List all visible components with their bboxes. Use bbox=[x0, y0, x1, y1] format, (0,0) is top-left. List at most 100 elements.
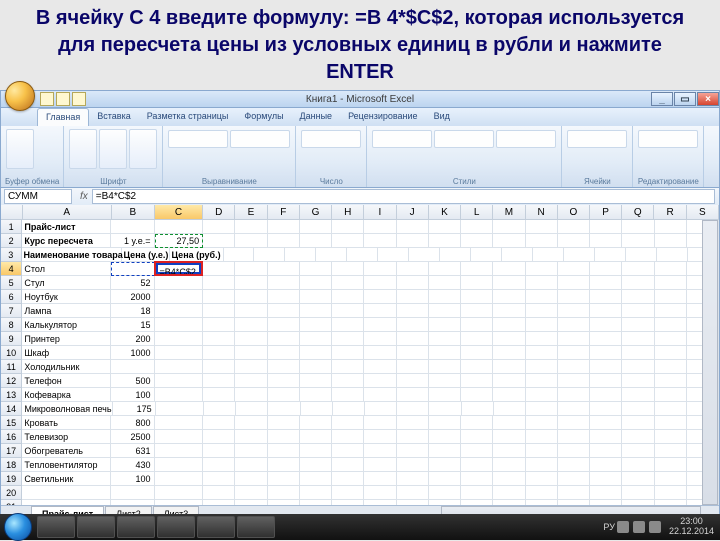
cell[interactable] bbox=[429, 500, 461, 505]
cell[interactable] bbox=[558, 234, 590, 248]
cell[interactable]: Кофеварка bbox=[22, 388, 111, 402]
cell[interactable] bbox=[622, 304, 654, 318]
cell[interactable] bbox=[397, 430, 429, 444]
cell[interactable] bbox=[526, 360, 558, 374]
ribbon-button[interactable] bbox=[6, 129, 34, 169]
cell[interactable] bbox=[268, 276, 300, 290]
cell[interactable] bbox=[332, 262, 364, 276]
cell[interactable] bbox=[429, 444, 461, 458]
cell[interactable] bbox=[268, 346, 300, 360]
cell[interactable] bbox=[300, 416, 332, 430]
cell[interactable] bbox=[558, 304, 590, 318]
row-header[interactable]: 13 bbox=[1, 388, 22, 402]
cell[interactable] bbox=[235, 472, 267, 486]
cell[interactable] bbox=[235, 500, 267, 505]
row-header[interactable]: 21 bbox=[1, 500, 22, 505]
cell[interactable] bbox=[526, 262, 558, 276]
row-header[interactable]: 10 bbox=[1, 346, 22, 360]
cell[interactable]: Прайс-лист bbox=[22, 220, 111, 234]
window-minimize-button[interactable]: _ bbox=[651, 92, 673, 106]
cell[interactable] bbox=[655, 486, 687, 500]
cell[interactable] bbox=[155, 500, 204, 505]
cell[interactable] bbox=[300, 444, 332, 458]
cell[interactable] bbox=[429, 304, 461, 318]
cell[interactable] bbox=[204, 402, 236, 416]
row-header[interactable]: 5 bbox=[1, 276, 22, 290]
row-header[interactable]: 1 bbox=[1, 220, 22, 234]
cell[interactable] bbox=[300, 388, 332, 402]
cell[interactable] bbox=[622, 374, 654, 388]
cell[interactable] bbox=[397, 332, 429, 346]
cell[interactable] bbox=[397, 360, 429, 374]
cell[interactable] bbox=[590, 416, 622, 430]
cell[interactable] bbox=[655, 402, 687, 416]
cell[interactable] bbox=[558, 262, 590, 276]
cell[interactable] bbox=[397, 276, 429, 290]
cell[interactable] bbox=[268, 360, 300, 374]
cell[interactable]: Цена (у.е.) bbox=[122, 248, 170, 262]
ribbon-button[interactable] bbox=[99, 129, 127, 169]
cell[interactable] bbox=[235, 346, 267, 360]
cell[interactable] bbox=[655, 318, 687, 332]
cell[interactable] bbox=[332, 360, 364, 374]
cell[interactable] bbox=[332, 430, 364, 444]
cell[interactable] bbox=[655, 374, 687, 388]
cell[interactable] bbox=[655, 262, 687, 276]
cell[interactable] bbox=[254, 248, 285, 262]
cell[interactable]: 27,50 bbox=[155, 234, 204, 248]
ribbon-tab[interactable]: Рецензирование bbox=[340, 108, 426, 126]
cell[interactable] bbox=[558, 458, 590, 472]
cell[interactable] bbox=[224, 248, 255, 262]
cell[interactable] bbox=[655, 304, 687, 318]
cell[interactable] bbox=[526, 500, 558, 505]
cell[interactable] bbox=[300, 346, 332, 360]
cell[interactable] bbox=[526, 472, 558, 486]
cell[interactable] bbox=[203, 234, 235, 248]
cell[interactable] bbox=[558, 290, 590, 304]
tray-volume-icon[interactable] bbox=[649, 521, 661, 533]
cell[interactable] bbox=[493, 234, 525, 248]
cell[interactable] bbox=[364, 262, 396, 276]
cell[interactable] bbox=[429, 262, 461, 276]
cell[interactable]: Телевизор bbox=[22, 430, 111, 444]
cell[interactable] bbox=[332, 304, 364, 318]
cell[interactable] bbox=[364, 346, 396, 360]
cell[interactable] bbox=[493, 220, 525, 234]
cell[interactable] bbox=[462, 402, 494, 416]
cell[interactable] bbox=[111, 360, 154, 374]
cell[interactable] bbox=[364, 220, 396, 234]
cell[interactable] bbox=[397, 290, 429, 304]
cell[interactable] bbox=[526, 234, 558, 248]
cell[interactable] bbox=[590, 402, 622, 416]
cell[interactable] bbox=[493, 262, 525, 276]
cell[interactable] bbox=[461, 500, 493, 505]
cell[interactable] bbox=[203, 388, 235, 402]
row-header[interactable]: 8 bbox=[1, 318, 22, 332]
cell[interactable] bbox=[332, 234, 364, 248]
row-header[interactable]: 17 bbox=[1, 444, 22, 458]
ribbon-button[interactable] bbox=[230, 130, 290, 148]
cell[interactable] bbox=[590, 388, 622, 402]
row-header[interactable]: 16 bbox=[1, 430, 22, 444]
cell[interactable] bbox=[655, 360, 687, 374]
cell[interactable] bbox=[203, 290, 235, 304]
cell[interactable] bbox=[332, 416, 364, 430]
column-header[interactable]: A bbox=[23, 205, 112, 220]
cell[interactable] bbox=[622, 262, 654, 276]
ribbon-button[interactable] bbox=[301, 130, 361, 148]
cell[interactable] bbox=[332, 346, 364, 360]
cell[interactable]: 100 bbox=[111, 388, 154, 402]
cell[interactable]: Светильник bbox=[22, 472, 111, 486]
cell[interactable] bbox=[268, 458, 300, 472]
cell[interactable] bbox=[558, 360, 590, 374]
cell[interactable] bbox=[235, 276, 267, 290]
cell[interactable] bbox=[22, 500, 111, 505]
cell[interactable] bbox=[590, 332, 622, 346]
cell[interactable] bbox=[655, 416, 687, 430]
cell[interactable] bbox=[655, 430, 687, 444]
column-header[interactable]: R bbox=[654, 205, 686, 220]
cell[interactable] bbox=[590, 360, 622, 374]
cell[interactable] bbox=[526, 290, 558, 304]
cell[interactable] bbox=[526, 332, 558, 346]
cell[interactable] bbox=[429, 458, 461, 472]
